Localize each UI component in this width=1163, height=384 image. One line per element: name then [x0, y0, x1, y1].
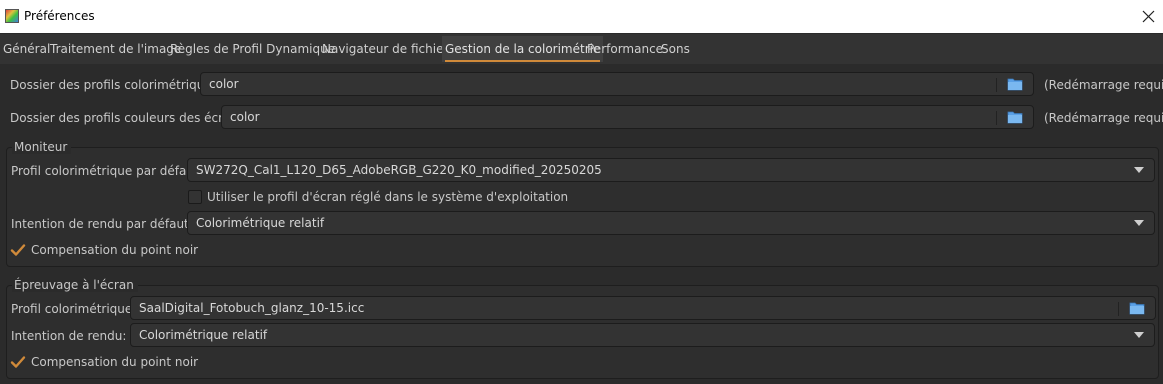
app-icon: [5, 9, 19, 23]
chevron-down-icon: [1134, 332, 1144, 338]
chevron-down-icon: [1134, 220, 1144, 226]
softproof-profile-value: SaalDigital_Fotobuch_glanz_10-15.icc: [139, 301, 365, 315]
monitor-folder-label: Dossier des profils couleurs des écrans:: [10, 111, 249, 125]
tab-image-processing[interactable]: Traitement de l'image: [47, 36, 184, 62]
close-icon: [1142, 10, 1155, 23]
monitor-group-legend: Moniteur: [12, 140, 72, 154]
tab-bar: Général Traitement de l'image Règles de …: [0, 34, 1163, 64]
tab-color-management[interactable]: Gestion de la colorimétrie: [442, 36, 604, 62]
tab-dynamic-profile-rules[interactable]: Règles de Profil Dynamique: [167, 36, 338, 62]
softproof-group-legend: Épreuvage à l'écran: [12, 278, 138, 292]
checkmark-icon[interactable]: [10, 354, 26, 370]
monitor-folder-browse-button[interactable]: [997, 106, 1033, 128]
monitor-intent-label: Intention de rendu par défaut:: [11, 217, 193, 231]
monitor-intent-select[interactable]: Colorimétrique relatif: [187, 211, 1155, 235]
monitor-bpc-label: Compensation du point noir: [31, 243, 199, 257]
monitor-profile-select[interactable]: SW272Q_Cal1_L120_D65_AdobeRGB_G220_K0_mo…: [187, 158, 1155, 182]
tab-general[interactable]: Général: [0, 36, 53, 62]
tab-performance[interactable]: Performance: [584, 36, 666, 62]
softproof-profile-field[interactable]: SaalDigital_Fotobuch_glanz_10-15.icc: [130, 296, 1156, 320]
profiles-folder-field[interactable]: color: [200, 72, 1034, 96]
profiles-folder-browse-button[interactable]: [997, 73, 1033, 95]
monitor-intent-value: Colorimétrique relatif: [196, 216, 325, 230]
tab-file-browser[interactable]: Navigateur de fichiers: [319, 36, 458, 62]
softproof-bpc-label: Compensation du point noir: [31, 355, 199, 369]
softproof-intent-select[interactable]: Colorimétrique relatif: [130, 323, 1155, 347]
profiles-folder-value: color: [209, 77, 239, 91]
window-title: Préférences: [24, 9, 95, 23]
monitor-folder-value: color: [230, 110, 260, 124]
softproof-intent-value: Colorimétrique relatif: [139, 328, 268, 342]
color-management-panel: Dossier des profils colorimétriques: col…: [0, 64, 1163, 384]
softproof-profile-browse-button[interactable]: [1119, 297, 1155, 319]
profiles-folder-label: Dossier des profils colorimétriques:: [10, 78, 223, 92]
monitor-folder-field[interactable]: color: [221, 105, 1034, 129]
softproof-profile-label: Profil colorimétrique:: [11, 302, 137, 316]
close-button[interactable]: [1135, 0, 1163, 33]
tab-sounds[interactable]: Sons: [658, 36, 693, 62]
monitor-profile-label: Profil colorimétrique par défaut:: [11, 164, 203, 178]
use-os-profile-checkbox[interactable]: [188, 190, 202, 204]
chevron-down-icon: [1134, 167, 1144, 173]
folder-icon: [1007, 78, 1023, 91]
monitor-profile-value: SW272Q_Cal1_L120_D65_AdobeRGB_G220_K0_mo…: [196, 163, 602, 177]
title-bar: Préférences: [0, 0, 1163, 33]
folder-icon: [1007, 111, 1023, 124]
use-os-profile-label: Utiliser le profil d'écran réglé dans le…: [207, 190, 569, 204]
monitor-restart-note: (Redémarrage requis): [1044, 111, 1163, 125]
folder-icon: [1129, 302, 1145, 315]
profiles-restart-note: (Redémarrage requis): [1044, 78, 1163, 92]
softproof-intent-label: Intention de rendu:: [11, 329, 127, 343]
checkmark-icon[interactable]: [10, 242, 26, 258]
